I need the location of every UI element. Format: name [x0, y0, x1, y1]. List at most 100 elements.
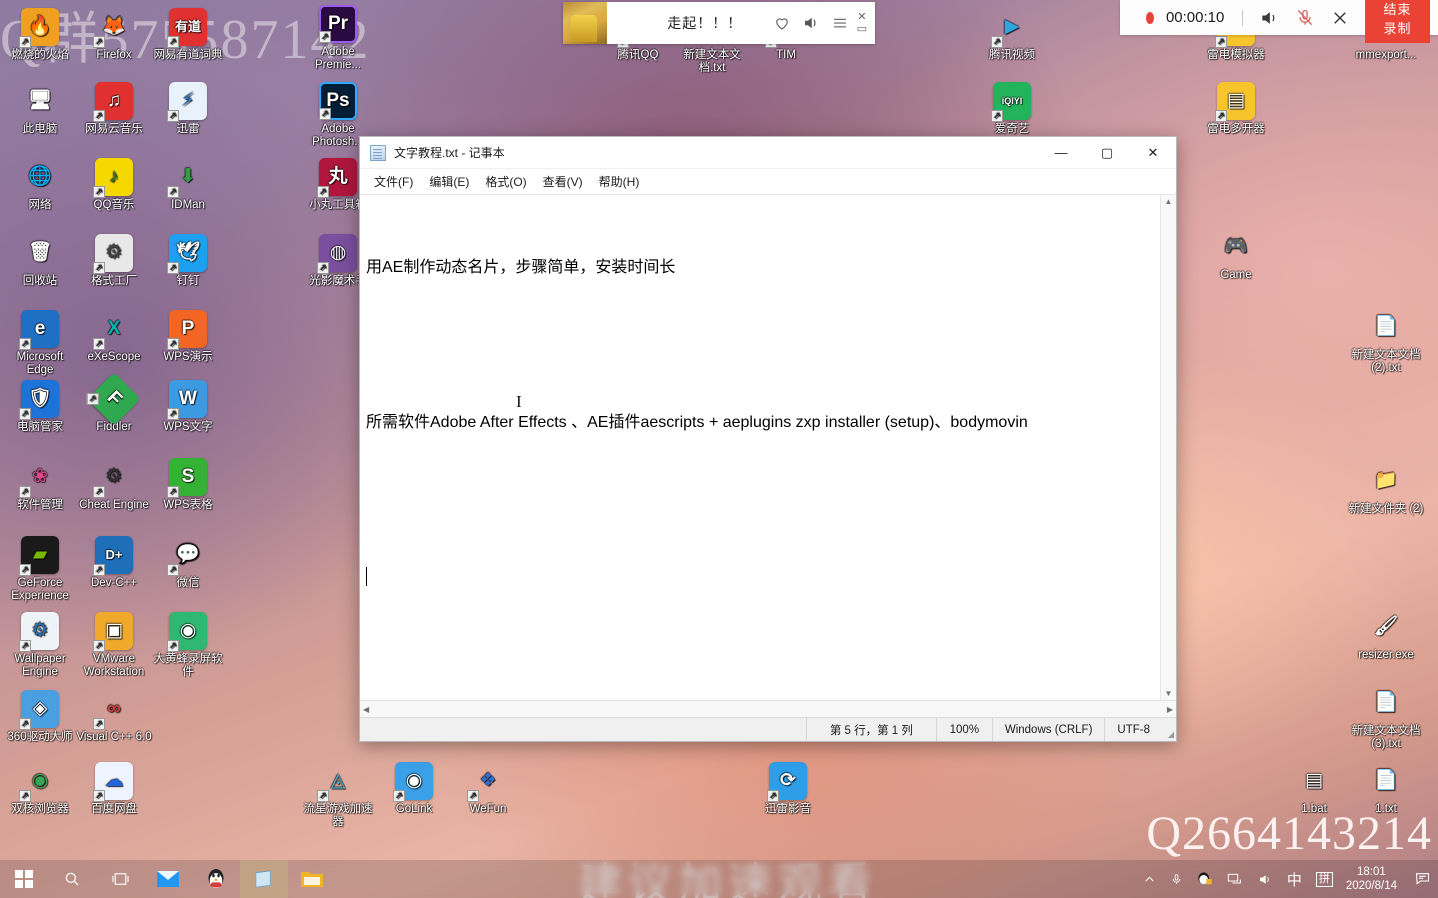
scroll-left-arrow[interactable]: ◀	[363, 705, 369, 714]
screen-recorder-toolbar[interactable]: 00:00:10 结束录制	[1120, 0, 1438, 43]
desktop-icon-格式工厂[interactable]: ⚙ ↗ 格式工厂	[76, 234, 152, 288]
scroll-right-arrow[interactable]: ▶	[1167, 705, 1173, 714]
desktop-icon-流星游戏加速器[interactable]: ◬ ↗ 流星游戏加速器	[300, 762, 376, 829]
menu-view[interactable]: 查看(V)	[536, 170, 590, 193]
player-window-buttons[interactable]: ✕ ▭	[857, 12, 875, 35]
desktop-icon-电脑管家[interactable]: 🛡 ↗ 电脑管家	[2, 380, 78, 434]
taskbar-mail-icon[interactable]	[144, 860, 192, 898]
resize-grip[interactable]: ◢	[1162, 718, 1176, 741]
desktop-icon-idman[interactable]: ⬇ ↗ IDMan	[150, 158, 226, 212]
desktop-icon-新建文本文档-3-.txt[interactable]: 📄 新建文本文档 (3).txt	[1348, 684, 1424, 751]
playlist-icon[interactable]	[831, 14, 849, 32]
desktop-icon-fiddler[interactable]: F ↗ Fiddler	[76, 372, 152, 434]
desktop-icon-dev-c-[interactable]: D+ ↗ Dev-C++	[76, 536, 152, 590]
clock[interactable]: 18:01 2020/8/14	[1340, 865, 1407, 893]
action-center-icon[interactable]	[1407, 860, 1438, 898]
desktop-icon-wefun[interactable]: ❖ ↗ WeFun	[450, 762, 526, 816]
start-icon[interactable]	[0, 860, 48, 898]
desktop-icon-wps表格[interactable]: S ↗ WPS表格	[150, 458, 226, 512]
player-controls[interactable]	[773, 14, 857, 32]
desktop[interactable]: Q群575587142 🔥↗燃烧的火焰🦊↗Firefox有道↗网易有道词典Pr↗…	[0, 0, 1438, 898]
menu-file[interactable]: 文件(F)	[367, 170, 420, 193]
system-tray[interactable]: 中 拼 18:01 2020/8/14	[1136, 860, 1438, 898]
maximize-button[interactable]: ▢	[1084, 137, 1130, 168]
desktop-icon-wps演示[interactable]: P ↗ WPS演示	[150, 310, 226, 364]
desktop-icon-wallpaper-engine[interactable]: ⚙ ↗ Wallpaper Engine	[2, 612, 78, 679]
desktop-icon-大黄蜂录屏软件[interactable]: ◉ ↗ 大黄蜂录屏软件	[150, 612, 226, 679]
desktop-icon-钉钉[interactable]: 🕊 ↗ 钉钉	[150, 234, 226, 288]
notepad-window[interactable]: 文字教程.txt - 记事本 — ▢ ✕ 文件(F) 编辑(E) 格式(O) 查…	[359, 136, 1177, 742]
desktop-icon-新建文件夹-2-[interactable]: 📁 新建文件夹 (2)	[1348, 462, 1424, 516]
desktop-icon-firefox[interactable]: 🦊 ↗ Firefox	[76, 8, 152, 62]
minimize-button[interactable]: —	[1038, 137, 1084, 168]
desktop-icon-燃烧的火焰[interactable]: 🔥 ↗ 燃烧的火焰	[2, 8, 78, 62]
mic-muted-icon[interactable]	[1295, 8, 1315, 28]
volume-icon[interactable]	[1250, 860, 1280, 898]
taskbar-file-explorer-icon[interactable]	[288, 860, 336, 898]
shortcut-arrow-icon: ↗	[167, 36, 179, 48]
desktop-icon-geforce-experience[interactable]: ▰ ↗ GeForce Experience	[2, 536, 78, 603]
desktop-icon-qq音乐[interactable]: ♪ ↗ QQ音乐	[76, 158, 152, 212]
desktop-icon-game[interactable]: 🎮 Game	[1198, 228, 1274, 282]
desktop-icon-cheat-engine[interactable]: ⚙ ↗ Cheat Engine	[76, 458, 152, 512]
volume-icon[interactable]	[802, 14, 820, 32]
scroll-up-arrow[interactable]: ▲	[1165, 197, 1173, 206]
stop-recording-button[interactable]: 结束录制	[1364, 0, 1430, 43]
menu-format[interactable]: 格式(O)	[478, 170, 533, 193]
network-icon[interactable]	[1220, 860, 1250, 898]
desktop-icon-microsoft-edge[interactable]: e ↗ Microsoft Edge	[2, 310, 78, 377]
menu-help[interactable]: 帮助(H)	[592, 170, 647, 193]
music-player-widget[interactable]: 走起！！！ ✕ ▭	[563, 2, 875, 44]
desktop-icon-双核浏览器[interactable]: ◉ ↗ 双核浏览器	[2, 762, 78, 816]
desktop-icon-百度网盘[interactable]: ☁ ↗ 百度网盘	[76, 762, 152, 816]
taskbar[interactable]: 中 拼 18:01 2020/8/14	[0, 860, 1438, 898]
notepad-menubar[interactable]: 文件(F) 编辑(E) 格式(O) 查看(V) 帮助(H)	[360, 169, 1176, 195]
mic-icon[interactable]	[1163, 860, 1190, 898]
desktop-icon-网络[interactable]: 🌐 网络	[2, 158, 78, 212]
desktop-icon-wps文字[interactable]: W ↗ WPS文字	[150, 380, 226, 434]
shortcut-arrow-icon: ↗	[317, 186, 329, 198]
desktop-icon-exescope[interactable]: X ↗ eXeScope	[76, 310, 152, 364]
speaker-icon[interactable]	[1259, 8, 1279, 28]
desktop-icon-迅雷[interactable]: ⚡ ↗ 迅雷	[150, 82, 226, 136]
close-button[interactable]: ✕	[1130, 137, 1176, 168]
desktop-icon-新建文本文档-2-.txt[interactable]: 📄 新建文本文档 (2).txt	[1348, 308, 1424, 375]
notepad-editor-area[interactable]: 用AE制作动态名片，步骤简单，安装时间长 所需软件Adobe After Eff…	[360, 195, 1176, 700]
scroll-down-arrow[interactable]: ▼	[1165, 689, 1173, 698]
notepad-text-content[interactable]: 用AE制作动态名片，步骤简单，安装时间长 所需软件Adobe After Eff…	[360, 195, 1160, 700]
desktop-icon-resizer.exe[interactable]: 🖌 resizer.exe	[1348, 608, 1424, 662]
desktop-icon-vmware-workstation[interactable]: ▣ ↗ VMware Workstation	[76, 612, 152, 679]
horizontal-scrollbar[interactable]: ◀ ▶	[360, 700, 1176, 717]
desktop-icon-爱奇艺[interactable]: iQIYI ↗ 爱奇艺	[974, 82, 1050, 136]
qq-tray-icon[interactable]	[1190, 860, 1220, 898]
menu-edit[interactable]: 编辑(E)	[422, 170, 476, 193]
desktop-icon-网易有道词典[interactable]: 有道 ↗ 网易有道词典	[150, 8, 226, 62]
desktop-icon-visual-c-6.0[interactable]: ∞ ↗ Visual C++ 6.0	[76, 690, 152, 744]
desktop-icon-迅雷影音[interactable]: ⟳ ↗ 迅雷影音	[750, 762, 826, 816]
taskbar-notepad-icon[interactable]	[240, 860, 288, 898]
desktop-icon-回收站[interactable]: 🗑 回收站	[2, 234, 78, 288]
ime-mode-indicator[interactable]: 拼	[1309, 860, 1340, 898]
desktop-icon-腾讯视频[interactable]: ▶ ↗ 腾讯视频	[974, 8, 1050, 62]
desktop-icon-雷电多开器[interactable]: ▤ ↗ 雷电多开器	[1198, 82, 1274, 136]
desktop-icon-label: 网易有道词典	[153, 49, 223, 61]
chevron-up-icon[interactable]	[1136, 860, 1163, 898]
search-icon[interactable]	[48, 860, 96, 898]
recorder-close-icon[interactable]	[1331, 9, 1349, 27]
taskbar-qq-icon[interactable]	[192, 860, 240, 898]
heart-icon[interactable]	[773, 14, 791, 32]
notepad-titlebar[interactable]: 文字教程.txt - 记事本 — ▢ ✕	[360, 137, 1176, 169]
player-close-icon[interactable]: ✕	[857, 12, 866, 23]
taskbar-left-group[interactable]	[0, 860, 336, 898]
desktop-icon-软件管理[interactable]: ❀ ↗ 软件管理	[2, 458, 78, 512]
desktop-icon-网易云音乐[interactable]: ♫ ↗ 网易云音乐	[76, 82, 152, 136]
player-restore-icon[interactable]: ▭	[857, 24, 867, 35]
desktop-icon-golink[interactable]: ◉ ↗ GoLink	[376, 762, 452, 816]
desktop-icon-adobe-premie...[interactable]: Pr ↗ Adobe Premie...	[300, 5, 376, 72]
task-view-icon[interactable]	[96, 860, 144, 898]
desktop-icon-此电脑[interactable]: 🖥 此电脑	[2, 82, 78, 136]
desktop-icon-微信[interactable]: 💬 ↗ 微信	[150, 536, 226, 590]
vertical-scrollbar[interactable]: ▲ ▼	[1160, 195, 1176, 700]
desktop-icon-360驱动大师[interactable]: ◈ ↗ 360驱动大师	[2, 690, 78, 744]
ime-language-indicator[interactable]: 中	[1280, 860, 1309, 898]
